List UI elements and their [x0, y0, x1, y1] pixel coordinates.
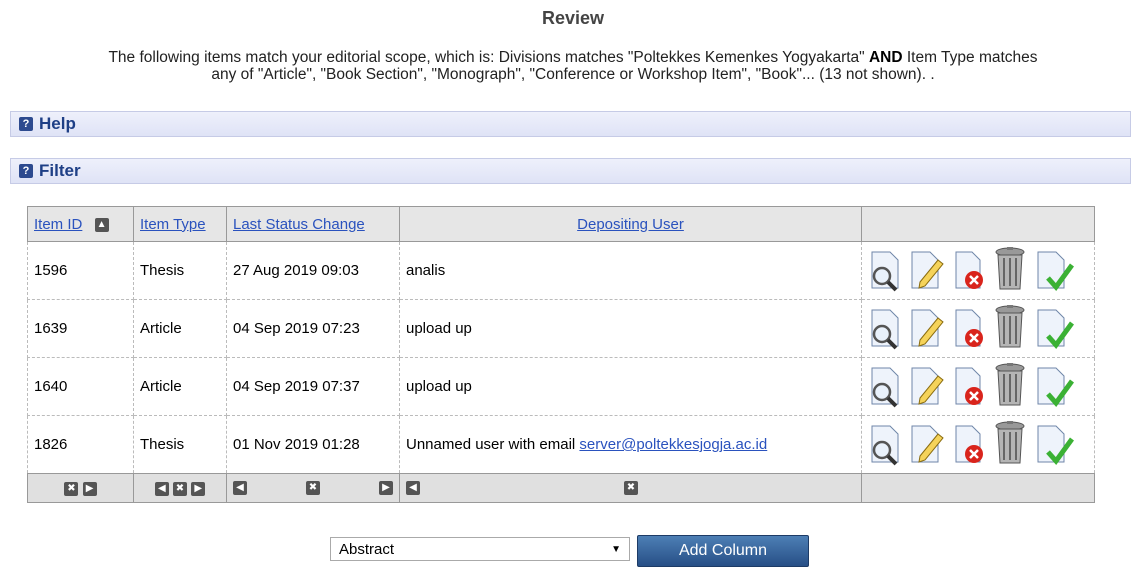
accept-icon[interactable]	[1034, 306, 1075, 354]
dropdown-arrow-icon: ▼	[611, 543, 621, 555]
item-id-cell: 1826	[27, 415, 134, 474]
col-controls-item-type: ◀ ✖ ▶	[133, 473, 227, 503]
scope-line2: any of "Article", "Book Section", "Monog…	[211, 66, 935, 83]
help-section-toggle[interactable]: ? Help	[10, 111, 1131, 137]
sort-asc-icon[interactable]: ▲	[94, 217, 109, 232]
help-label: Help	[39, 114, 76, 133]
page-title: Review	[541, 8, 605, 28]
header-row: Item ID ▲ Item Type Last Status Change D…	[27, 206, 1095, 242]
table-row: 1639 Article 04 Sep 2019 07:23 upload up	[27, 299, 1095, 358]
view-icon[interactable]	[868, 422, 902, 470]
depositing-user-cell: analis	[399, 241, 862, 300]
sort-last-status-link[interactable]: Last Status Change	[233, 216, 365, 233]
move-left-icon[interactable]: ◀	[154, 481, 169, 496]
review-table: Item ID ▲ Item Type Last Status Change D…	[27, 206, 1095, 503]
edit-icon[interactable]	[908, 306, 946, 354]
user-name: Unnamed user with email	[406, 436, 580, 453]
last-change-cell: 01 Nov 2019 01:28	[226, 415, 400, 474]
depositing-user-cell: upload up	[399, 299, 862, 358]
column-select-value: Abstract	[339, 540, 395, 558]
delete-icon[interactable]	[992, 304, 1028, 354]
header-depositing-user[interactable]: Depositing User	[399, 206, 862, 242]
delete-icon[interactable]	[992, 362, 1028, 412]
view-icon[interactable]	[868, 248, 902, 296]
accept-icon[interactable]	[1034, 422, 1075, 470]
actions-cell	[861, 415, 1095, 474]
table-row: 1826 Thesis 01 Nov 2019 01:28 Unnamed us…	[27, 415, 1095, 474]
item-id-cell: 1639	[27, 299, 134, 358]
depositing-user-cell: Unnamed user with email server@poltekkes…	[399, 415, 862, 474]
move-left-icon[interactable]: ◀	[406, 481, 420, 495]
remove-column-icon[interactable]: ✖	[173, 481, 187, 496]
col-controls-actions	[861, 473, 1095, 503]
help-icon: ?	[19, 164, 33, 178]
col-controls-depositing-user: ◀ ✖	[399, 473, 862, 503]
item-type-cell: Thesis	[133, 241, 227, 300]
action-icons	[868, 420, 1088, 470]
move-right-icon[interactable]: ▶	[191, 481, 206, 496]
header-item-id[interactable]: Item ID ▲	[27, 206, 134, 242]
remove-column-icon[interactable]: ✖	[64, 481, 79, 496]
last-change-cell: 04 Sep 2019 07:23	[226, 299, 400, 358]
item-type-cell: Thesis	[133, 415, 227, 474]
action-icons	[868, 246, 1088, 296]
item-id-cell: 1640	[27, 357, 134, 416]
edit-icon[interactable]	[908, 364, 946, 412]
scope-line1b: Item Type matches	[902, 49, 1038, 66]
edit-icon[interactable]	[908, 422, 946, 470]
item-id-cell: 1596	[27, 241, 134, 300]
reject-icon[interactable]	[952, 422, 986, 470]
move-left-icon[interactable]: ◀	[233, 481, 247, 495]
view-icon[interactable]	[868, 306, 902, 354]
reject-icon[interactable]	[952, 364, 986, 412]
actions-cell	[861, 357, 1095, 416]
delete-icon[interactable]	[992, 246, 1028, 296]
sort-item-type-link[interactable]: Item Type	[140, 216, 206, 233]
user-email-link[interactable]: server@poltekkesjogja.ac.id	[579, 436, 767, 453]
user-name: upload up	[406, 378, 472, 395]
edit-icon[interactable]	[908, 248, 946, 296]
action-icons	[868, 304, 1088, 354]
filter-section-toggle[interactable]: ? Filter	[10, 158, 1131, 184]
column-select[interactable]: Abstract ▼	[330, 537, 630, 561]
last-change-cell: 27 Aug 2019 09:03	[226, 241, 400, 300]
table-row: 1596 Thesis 27 Aug 2019 09:03 analis	[27, 241, 1095, 300]
remove-column-icon[interactable]: ✖	[624, 481, 638, 495]
sort-depositing-user-link[interactable]: Depositing User	[577, 216, 684, 233]
scope-line1a: The following items match your editorial…	[108, 49, 869, 66]
accept-icon[interactable]	[1034, 364, 1075, 412]
actions-cell	[861, 299, 1095, 358]
view-icon[interactable]	[868, 364, 902, 412]
depositing-user-cell: upload up	[399, 357, 862, 416]
col-controls-item-id: ✖ ▶	[27, 473, 134, 503]
remove-column-icon[interactable]: ✖	[306, 481, 320, 495]
actions-cell	[861, 241, 1095, 300]
table-row: 1640 Article 04 Sep 2019 07:37 upload up	[27, 357, 1095, 416]
help-icon: ?	[19, 117, 33, 131]
header-item-type[interactable]: Item Type	[133, 206, 227, 242]
filter-label: Filter	[39, 161, 81, 180]
last-change-cell: 04 Sep 2019 07:37	[226, 357, 400, 416]
add-column-button[interactable]: Add Column	[637, 535, 809, 567]
move-right-icon[interactable]: ▶	[379, 481, 393, 495]
header-last-status-change[interactable]: Last Status Change	[226, 206, 400, 242]
user-name: upload up	[406, 320, 472, 337]
user-name: analis	[406, 262, 446, 279]
editorial-scope-text: The following items match your editorial…	[0, 49, 1146, 83]
column-controls-row: ✖ ▶ ◀ ✖ ▶ ◀ ✖ ▶ ◀ ✖	[27, 473, 1095, 503]
reject-icon[interactable]	[952, 248, 986, 296]
sort-item-id-link[interactable]: Item ID	[34, 216, 82, 233]
action-icons	[868, 362, 1088, 412]
col-controls-last-change: ◀ ✖ ▶	[226, 473, 400, 503]
move-right-icon[interactable]: ▶	[82, 481, 97, 496]
header-actions	[861, 206, 1095, 242]
item-type-cell: Article	[133, 299, 227, 358]
delete-icon[interactable]	[992, 420, 1028, 470]
accept-icon[interactable]	[1034, 248, 1075, 296]
item-type-cell: Article	[133, 357, 227, 416]
scope-and: AND	[868, 49, 903, 66]
reject-icon[interactable]	[952, 306, 986, 354]
